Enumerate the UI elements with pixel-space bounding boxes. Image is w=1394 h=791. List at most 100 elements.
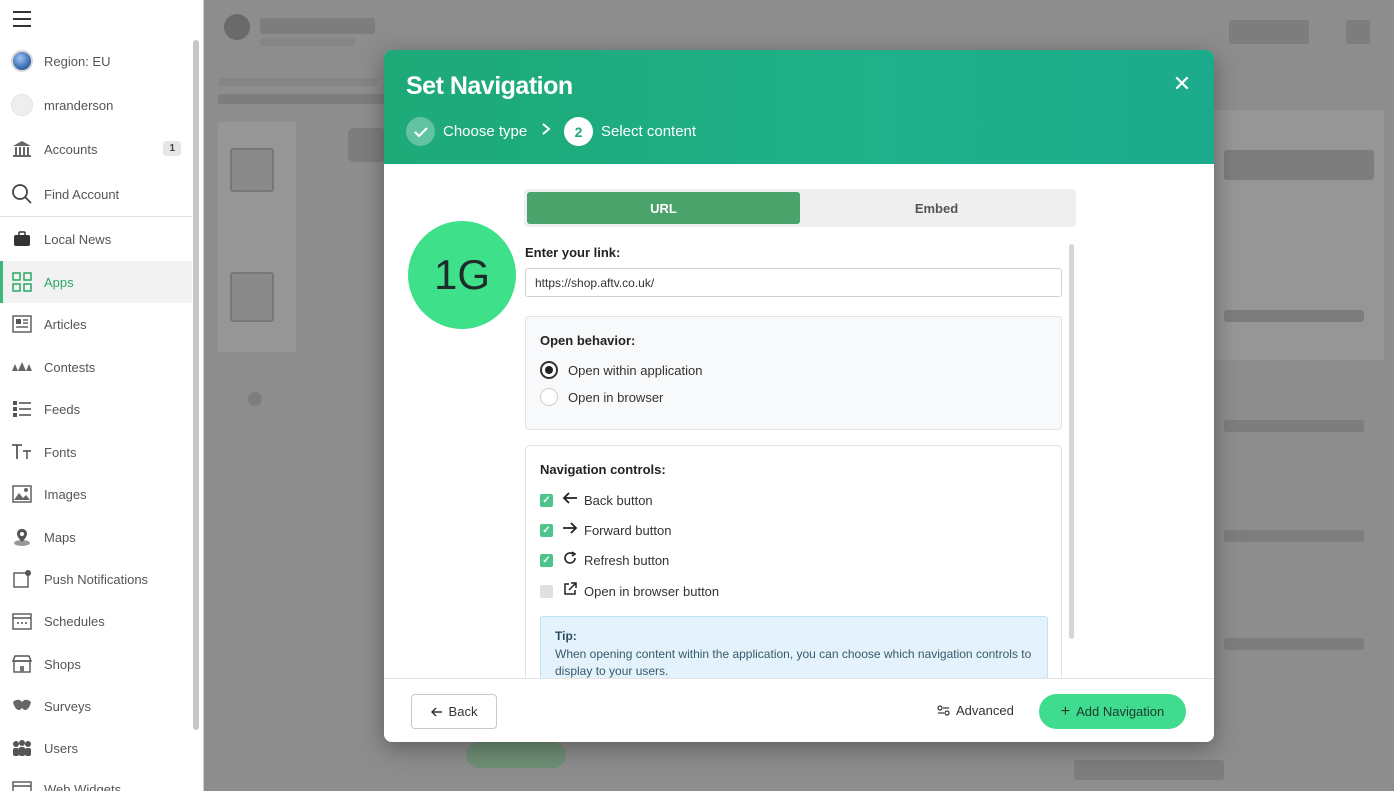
sidebar-item-label: Users [44, 740, 78, 756]
add-navigation-label: Add Navigation [1076, 704, 1165, 719]
sidebar-item-label: Maps [44, 529, 76, 545]
arrow-left-icon [562, 491, 578, 509]
content-type-toggle: URL Embed [524, 189, 1076, 227]
open-behavior-card: Open behavior: Open within application O… [525, 316, 1062, 430]
modal-body: 1G URL Embed Enter your link: Open behav… [384, 164, 1214, 678]
radio-button[interactable] [540, 361, 558, 379]
checkbox[interactable]: ✓ [540, 553, 553, 567]
back-button[interactable]: Back [411, 694, 497, 729]
sidebar-item-push-notifications[interactable]: Push Notifications [0, 558, 192, 600]
sidebar-item-label: Find Account [44, 186, 120, 202]
radio-open-within-app[interactable]: Open within application [540, 361, 702, 379]
sidebar-item-local-news[interactable]: Local News [0, 218, 192, 260]
sidebar-item-apps[interactable]: Apps [0, 261, 192, 303]
sidebar-item-feeds[interactable]: Feeds [0, 388, 192, 430]
tab-embed[interactable]: Embed [800, 192, 1073, 224]
set-navigation-modal: Set Navigation ✕ Choose type 2 Select co… [384, 50, 1214, 742]
accounts-count-badge: 1 [163, 141, 181, 156]
checkbox-label: Open in browser button [584, 583, 720, 599]
survey-icon [11, 695, 33, 717]
tip-text: When opening content within the applicat… [555, 647, 1032, 678]
link-input[interactable] [525, 268, 1062, 297]
sidebar-item-label: Push Notifications [44, 571, 149, 587]
sidebar-item-articles[interactable]: Articles [0, 303, 192, 345]
sidebar-item-label: Region: EU [44, 53, 111, 69]
step-select-content: 2 Select content [564, 117, 696, 146]
sidebar-item-label: Fonts [44, 444, 77, 460]
checkbox[interactable] [540, 584, 553, 598]
navigation-controls-card: Navigation controls: ✓ Back button ✓ For… [525, 445, 1062, 678]
globe-icon [11, 50, 33, 72]
sliders-icon [937, 705, 950, 716]
users-icon [11, 737, 33, 759]
sidebar-item-label: Articles [44, 316, 87, 332]
fonts-icon [11, 441, 33, 463]
sidebar-item-surveys[interactable]: Surveys [0, 685, 192, 727]
sidebar-item-user[interactable]: mranderson [0, 84, 192, 126]
open-behavior-title: Open behavior: [540, 333, 636, 348]
check-icon [406, 117, 435, 146]
radio-button[interactable] [540, 388, 558, 406]
sidebar-item-label: Images [44, 486, 87, 502]
sidebar-item-images[interactable]: Images [0, 473, 192, 515]
step-choose-type[interactable]: Choose type [406, 117, 527, 146]
sidebar-item-label: Local News [44, 231, 112, 247]
close-icon[interactable]: ✕ [1172, 73, 1192, 95]
push-notification-icon [11, 568, 33, 590]
checkbox-open-in-browser-button[interactable]: Open in browser button [540, 582, 719, 600]
widget-icon [11, 778, 33, 791]
sidebar-divider [0, 216, 192, 217]
sidebar-item-find-account[interactable]: Find Account [0, 173, 192, 215]
contests-icon [11, 356, 33, 378]
advanced-button-label: Advanced [956, 703, 1014, 718]
briefcase-icon [11, 228, 33, 250]
modal-scrollbar[interactable] [1069, 244, 1074, 639]
sidebar-item-label: Web Widgets [44, 781, 122, 791]
refresh-icon [562, 551, 578, 569]
sidebar-item-label: Surveys [44, 698, 91, 714]
menu-icon[interactable] [13, 11, 31, 27]
checkbox-label: Back button [584, 492, 653, 508]
back-button-label: Back [448, 704, 478, 719]
checkbox-refresh-button[interactable]: ✓ Refresh button [540, 551, 669, 569]
tip-box: Tip: When opening content within the app… [540, 616, 1048, 678]
radio-open-in-browser[interactable]: Open in browser [540, 388, 663, 406]
sidebar-item-label: Schedules [44, 613, 105, 629]
tab-url[interactable]: URL [527, 192, 800, 224]
step-label: Select content [601, 123, 697, 140]
sidebar-item-users[interactable]: Users [0, 727, 192, 769]
checkbox-label: Refresh button [584, 552, 670, 568]
checkbox-back-button[interactable]: ✓ Back button [540, 491, 653, 509]
sidebar-item-web-widgets[interactable]: Web Widgets [0, 768, 192, 791]
sidebar-item-label: Apps [44, 274, 74, 290]
checkbox[interactable]: ✓ [540, 493, 553, 507]
image-icon [11, 483, 33, 505]
calendar-icon [11, 610, 33, 632]
modal-footer: Back Advanced + Add Navigation [384, 678, 1214, 742]
step-number: 2 [564, 117, 593, 146]
radio-label: Open within application [568, 362, 703, 378]
app-avatar: 1G [408, 221, 516, 329]
sidebar-item-shops[interactable]: Shops [0, 643, 192, 685]
sidebar-item-accounts[interactable]: Accounts 1 [0, 128, 192, 170]
link-label: Enter your link: [525, 245, 621, 260]
sidebar-item-maps[interactable]: Maps [0, 516, 192, 558]
arrow-left-icon [430, 706, 443, 717]
sidebar-item-schedules[interactable]: Schedules [0, 600, 192, 642]
checkbox-forward-button[interactable]: ✓ Forward button [540, 521, 671, 539]
sidebar-item-region[interactable]: Region: EU [0, 40, 192, 82]
sidebar-item-label: Accounts [44, 141, 98, 157]
feeds-icon [11, 398, 33, 420]
article-icon [11, 313, 33, 335]
sidebar-item-fonts[interactable]: Fonts [0, 431, 192, 473]
modal-title: Set Navigation [406, 72, 573, 100]
add-navigation-button[interactable]: + Add Navigation [1039, 694, 1186, 729]
advanced-button[interactable]: Advanced [937, 703, 1014, 718]
tip-title: Tip: [555, 629, 577, 643]
modal-header: Set Navigation ✕ Choose type 2 Select co… [384, 50, 1214, 164]
checkbox[interactable]: ✓ [540, 523, 553, 537]
chevron-right-icon [541, 122, 551, 141]
sidebar-item-contests[interactable]: Contests [0, 346, 192, 388]
sidebar-scrollbar[interactable] [193, 40, 199, 730]
shop-icon [11, 653, 33, 675]
